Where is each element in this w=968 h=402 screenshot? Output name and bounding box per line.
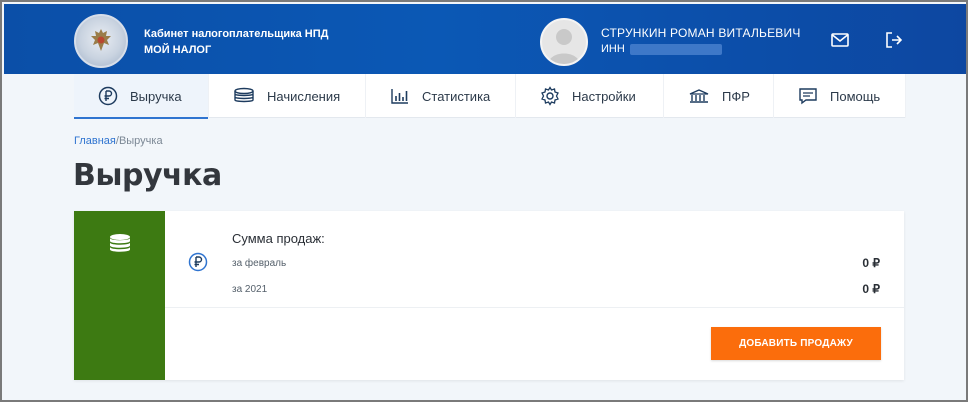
breadcrumb-home-link[interactable]: Главная <box>74 135 116 147</box>
brand-subtitle: МОЙ НАЛОГ <box>144 44 212 56</box>
period-value-year: 0 ₽ <box>862 282 880 296</box>
tab-help[interactable]: Помощь <box>774 74 906 118</box>
user-silhouette-icon <box>548 29 580 64</box>
user-name[interactable]: СТРУНКИН РОМАН ВИТАЛЬЕВИЧ <box>601 26 801 40</box>
tab-settings[interactable]: Настройки <box>516 74 664 118</box>
gear-icon <box>541 86 559 106</box>
tab-statistics[interactable]: Статистика <box>366 74 516 118</box>
bar-chart-icon <box>391 89 408 104</box>
card-side-panel <box>74 211 165 380</box>
app-frame: Кабинет налогоплательщика НПД МОЙ НАЛОГ … <box>0 0 968 402</box>
user-inn-label: ИНН <box>601 43 625 55</box>
tab-statistics-label: Статистика <box>422 88 491 104</box>
sales-summary-card: Сумма продаж: за февраль 0 ₽ за 2021 0 ₽… <box>74 211 904 380</box>
period-value-month: 0 ₽ <box>862 256 880 270</box>
fns-emblem-logo[interactable] <box>74 14 128 68</box>
user-avatar[interactable] <box>540 18 588 66</box>
logout-icon[interactable] <box>884 30 904 50</box>
tab-help-label: Помощь <box>830 88 881 104</box>
eagle-emblem-icon <box>91 29 111 51</box>
breadcrumb-current: Выручка <box>118 135 163 147</box>
tab-settings-label: Настройки <box>572 88 636 104</box>
coins-stack-icon <box>110 234 130 252</box>
tab-accruals-label: Начисления <box>267 88 341 104</box>
breadcrumb: Главная/Выручка <box>74 135 163 147</box>
main-nav: Выручка Начисления Статистика Настройки <box>74 74 906 119</box>
period-label-year: за 2021 <box>232 284 268 295</box>
coins-stack-icon <box>234 87 254 103</box>
tab-revenue[interactable]: Выручка <box>74 74 209 119</box>
ruble-icon <box>98 86 118 106</box>
brand-title: Кабинет налогоплательщика НПД <box>144 28 329 40</box>
sales-sum-title: Сумма продаж: <box>232 231 325 246</box>
tab-pfr-label: ПФР <box>722 88 750 104</box>
add-sale-button[interactable]: ДОБАВИТЬ ПРОДАЖУ <box>711 327 881 360</box>
ruble-icon <box>188 252 208 272</box>
tab-accruals[interactable]: Начисления <box>209 74 366 118</box>
period-label-month: за февраль <box>232 258 287 269</box>
pfr-building-icon <box>689 89 709 103</box>
brand-block: Кабинет налогоплательщика НПД МОЙ НАЛОГ <box>144 26 328 58</box>
chat-help-icon <box>799 88 817 105</box>
inn-value-redacted <box>630 44 722 55</box>
mail-icon[interactable] <box>830 30 850 50</box>
card-divider <box>165 307 904 308</box>
top-header: Кабинет налогоплательщика НПД МОЙ НАЛОГ … <box>4 4 966 74</box>
tab-revenue-label: Выручка <box>130 88 182 104</box>
page-title: Выручка <box>73 158 222 193</box>
tab-pfr[interactable]: ПФР <box>664 74 774 118</box>
